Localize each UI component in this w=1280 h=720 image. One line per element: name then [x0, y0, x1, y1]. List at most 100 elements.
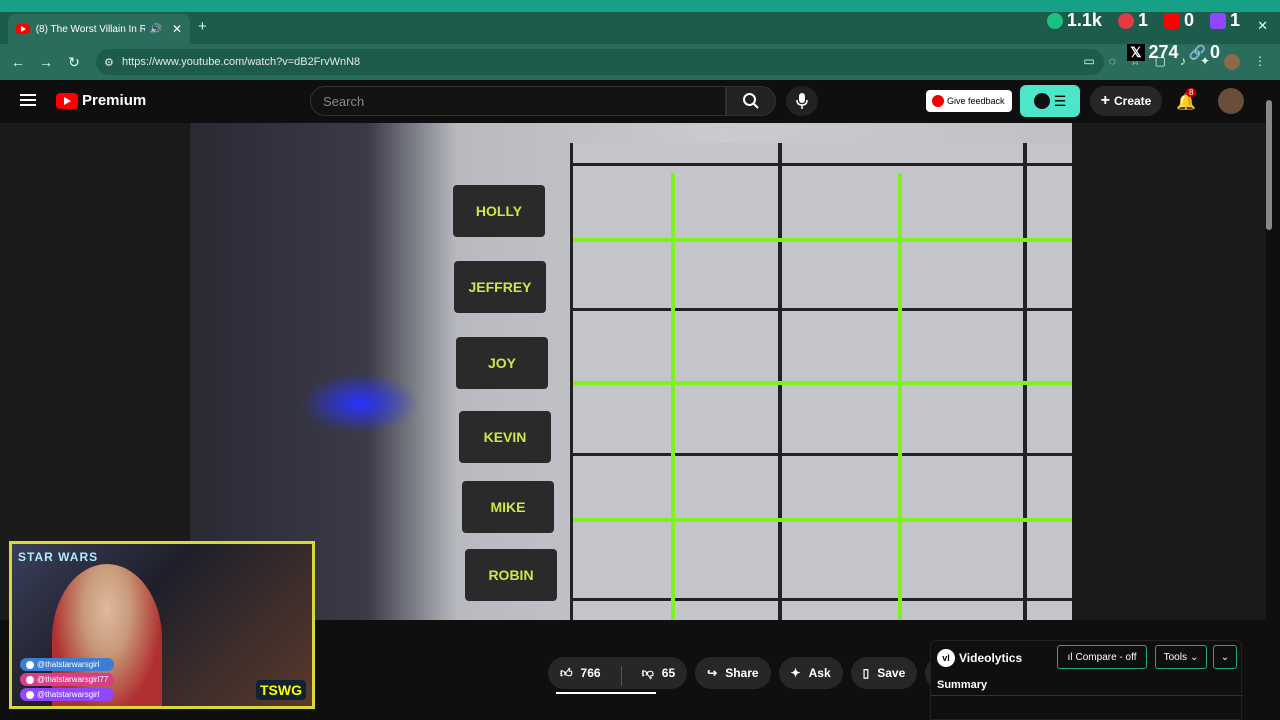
ask-label: Ask: [808, 666, 831, 680]
reload-icon[interactable]: ↻: [60, 54, 88, 71]
videolytics-header: vl Videolytics: [937, 649, 1022, 667]
plus-icon: +: [1100, 92, 1110, 109]
like-button[interactable]: 👍︎ 766: [548, 657, 613, 689]
feedback-label: Give feedback: [947, 96, 1005, 106]
bar-chart-icon: ıl: [1067, 651, 1073, 663]
video-letterbox-right: [1072, 123, 1266, 620]
eye-off-icon[interactable]: ◌: [1109, 54, 1116, 70]
hamburger-menu-icon[interactable]: [20, 94, 36, 106]
stat-pins: 1: [1117, 10, 1148, 31]
video-name-card: JOY: [456, 337, 548, 389]
youtube-logo[interactable]: Premium: [56, 92, 146, 109]
video-name-card: MIKE: [462, 481, 554, 533]
install-icon[interactable]: ▭: [1083, 54, 1094, 70]
pin-icon: [1117, 12, 1134, 29]
twitter-handle: @thatstarwarsgirl: [20, 658, 115, 671]
x-icon: 𝕏: [1127, 44, 1145, 61]
logo-text: Premium: [82, 92, 147, 109]
url-text: https://www.youtube.com/watch?v=dB2FrvWn…: [122, 56, 361, 68]
tools-dropdown-button[interactable]: Tools ⌄: [1155, 645, 1207, 669]
bookmark-icon: ▯: [862, 666, 870, 680]
stat-x: 𝕏 274: [1127, 42, 1179, 63]
forward-icon[interactable]: →: [32, 54, 60, 70]
like-dislike-group: 👍︎ 766 👎︎ 65: [548, 657, 688, 689]
account-avatar[interactable]: [1218, 88, 1244, 114]
twitch-icon: [26, 690, 34, 699]
create-button[interactable]: + Create: [1090, 86, 1162, 116]
speaker-icon[interactable]: 🔊: [149, 24, 161, 35]
star-wars-logo: STAR WARS: [18, 550, 99, 564]
save-button[interactable]: ▯ Save: [850, 657, 918, 689]
summary-divider: [931, 695, 1243, 696]
site-info-icon[interactable]: ⚙: [104, 56, 114, 69]
thumbs-up-icon: 👍︎: [560, 665, 573, 680]
browser-tab-bar: (8) The Worst Villain In Real 🔊 ✕ + 1.1k…: [0, 0, 1280, 44]
search-input[interactable]: Search: [310, 86, 726, 116]
video-name-card: KEVIN: [459, 411, 551, 463]
stat-link: 🔗 0: [1189, 42, 1220, 63]
compare-label: Compare - off: [1075, 651, 1137, 663]
share-button[interactable]: ↪ Share: [695, 657, 771, 689]
twitter-icon: [26, 660, 34, 669]
voice-search-button[interactable]: [786, 86, 818, 116]
tools-label: Tools: [1163, 651, 1187, 663]
close-tab-icon[interactable]: ✕: [172, 22, 182, 36]
social-handles: @thatstarwarsgirl @thatstarwarsgirl77 @t…: [20, 658, 115, 701]
chevron-down-icon: ⌄: [1220, 651, 1230, 663]
profile-avatar[interactable]: [1224, 54, 1240, 70]
streamer-webcam: STAR WARS @thatstarwarsgirl @thatstarwar…: [9, 541, 315, 709]
search-icon: [743, 93, 759, 109]
stat-views: 1.1k: [1046, 10, 1102, 31]
play-circle-icon: [1046, 12, 1063, 29]
search-button[interactable]: [726, 86, 776, 116]
stat-value: 274: [1148, 42, 1179, 62]
plus-icon[interactable]: +: [198, 18, 207, 35]
page-scrollbar[interactable]: [1266, 90, 1274, 710]
search-placeholder: Search: [323, 93, 365, 109]
stream-stats: 1.1k 1 0 1: [1046, 10, 1240, 31]
youtube-play-icon: [56, 92, 78, 109]
back-icon[interactable]: ←: [4, 54, 32, 70]
handle-text: @thatstarwarsgirl: [37, 660, 100, 669]
url-field[interactable]: ⚙ https://www.youtube.com/watch?v=dB2Frv…: [96, 49, 1104, 75]
link-icon: 🔗: [1188, 44, 1206, 60]
thumbs-down-icon: 👎︎: [641, 665, 654, 680]
scrollbar-thumb[interactable]: [1266, 100, 1272, 230]
like-ratio-bar: [556, 692, 656, 694]
browser-tab[interactable]: (8) The Worst Villain In Real 🔊 ✕: [8, 14, 190, 44]
stat-youtube: 0: [1163, 10, 1194, 31]
save-label: Save: [877, 666, 906, 680]
twitch-icon: [1209, 12, 1226, 29]
videolytics-title: Videolytics: [959, 651, 1023, 665]
stat-value: 1: [1229, 10, 1240, 30]
window-close-icon[interactable]: ✕: [1257, 18, 1268, 34]
collapse-panel-button[interactable]: ⌄: [1213, 645, 1237, 669]
address-bar-row: ← → ↻ ⚙ https://www.youtube.com/watch?v=…: [0, 44, 1280, 80]
handle-text: @thatstarwarsgirl77: [37, 675, 109, 684]
stat-value: 1.1k: [1066, 10, 1102, 30]
videolytics-logo-icon: vl: [937, 649, 955, 667]
dislike-button[interactable]: 👎︎ 65: [630, 657, 688, 689]
extension-menu-button[interactable]: ☰: [1020, 85, 1080, 117]
give-feedback-button[interactable]: Give feedback: [926, 90, 1012, 112]
compare-toggle-button[interactable]: ıl Compare - off: [1057, 645, 1147, 669]
mic-icon: [796, 93, 808, 109]
share-icon: ↪: [707, 666, 718, 680]
list-icon: ☰: [1053, 92, 1067, 109]
stat-value: 0: [1209, 42, 1220, 62]
videolytics-panel: vl Videolytics ıl Compare - off Tools ⌄ …: [930, 640, 1243, 720]
chevron-down-icon: ⌄: [1189, 651, 1199, 663]
ask-button[interactable]: ✦ Ask: [778, 657, 843, 689]
video-name-card: ROBIN: [465, 549, 557, 601]
stream-stats-secondary: 𝕏 274 🔗 0: [1127, 42, 1220, 63]
stat-value: 1: [1137, 10, 1148, 30]
menu-dots-icon[interactable]: ⋮: [1254, 54, 1266, 70]
video-grid-board: [570, 143, 1075, 620]
dislike-count: 65: [661, 666, 676, 680]
video-blue-light: [300, 373, 420, 433]
like-count: 766: [580, 666, 601, 680]
create-label: Create: [1113, 94, 1152, 108]
notifications-button[interactable]: 🔔 8: [1176, 88, 1197, 112]
extension-logo-icon: [1033, 93, 1050, 109]
video-name-card: HOLLY: [453, 185, 545, 237]
